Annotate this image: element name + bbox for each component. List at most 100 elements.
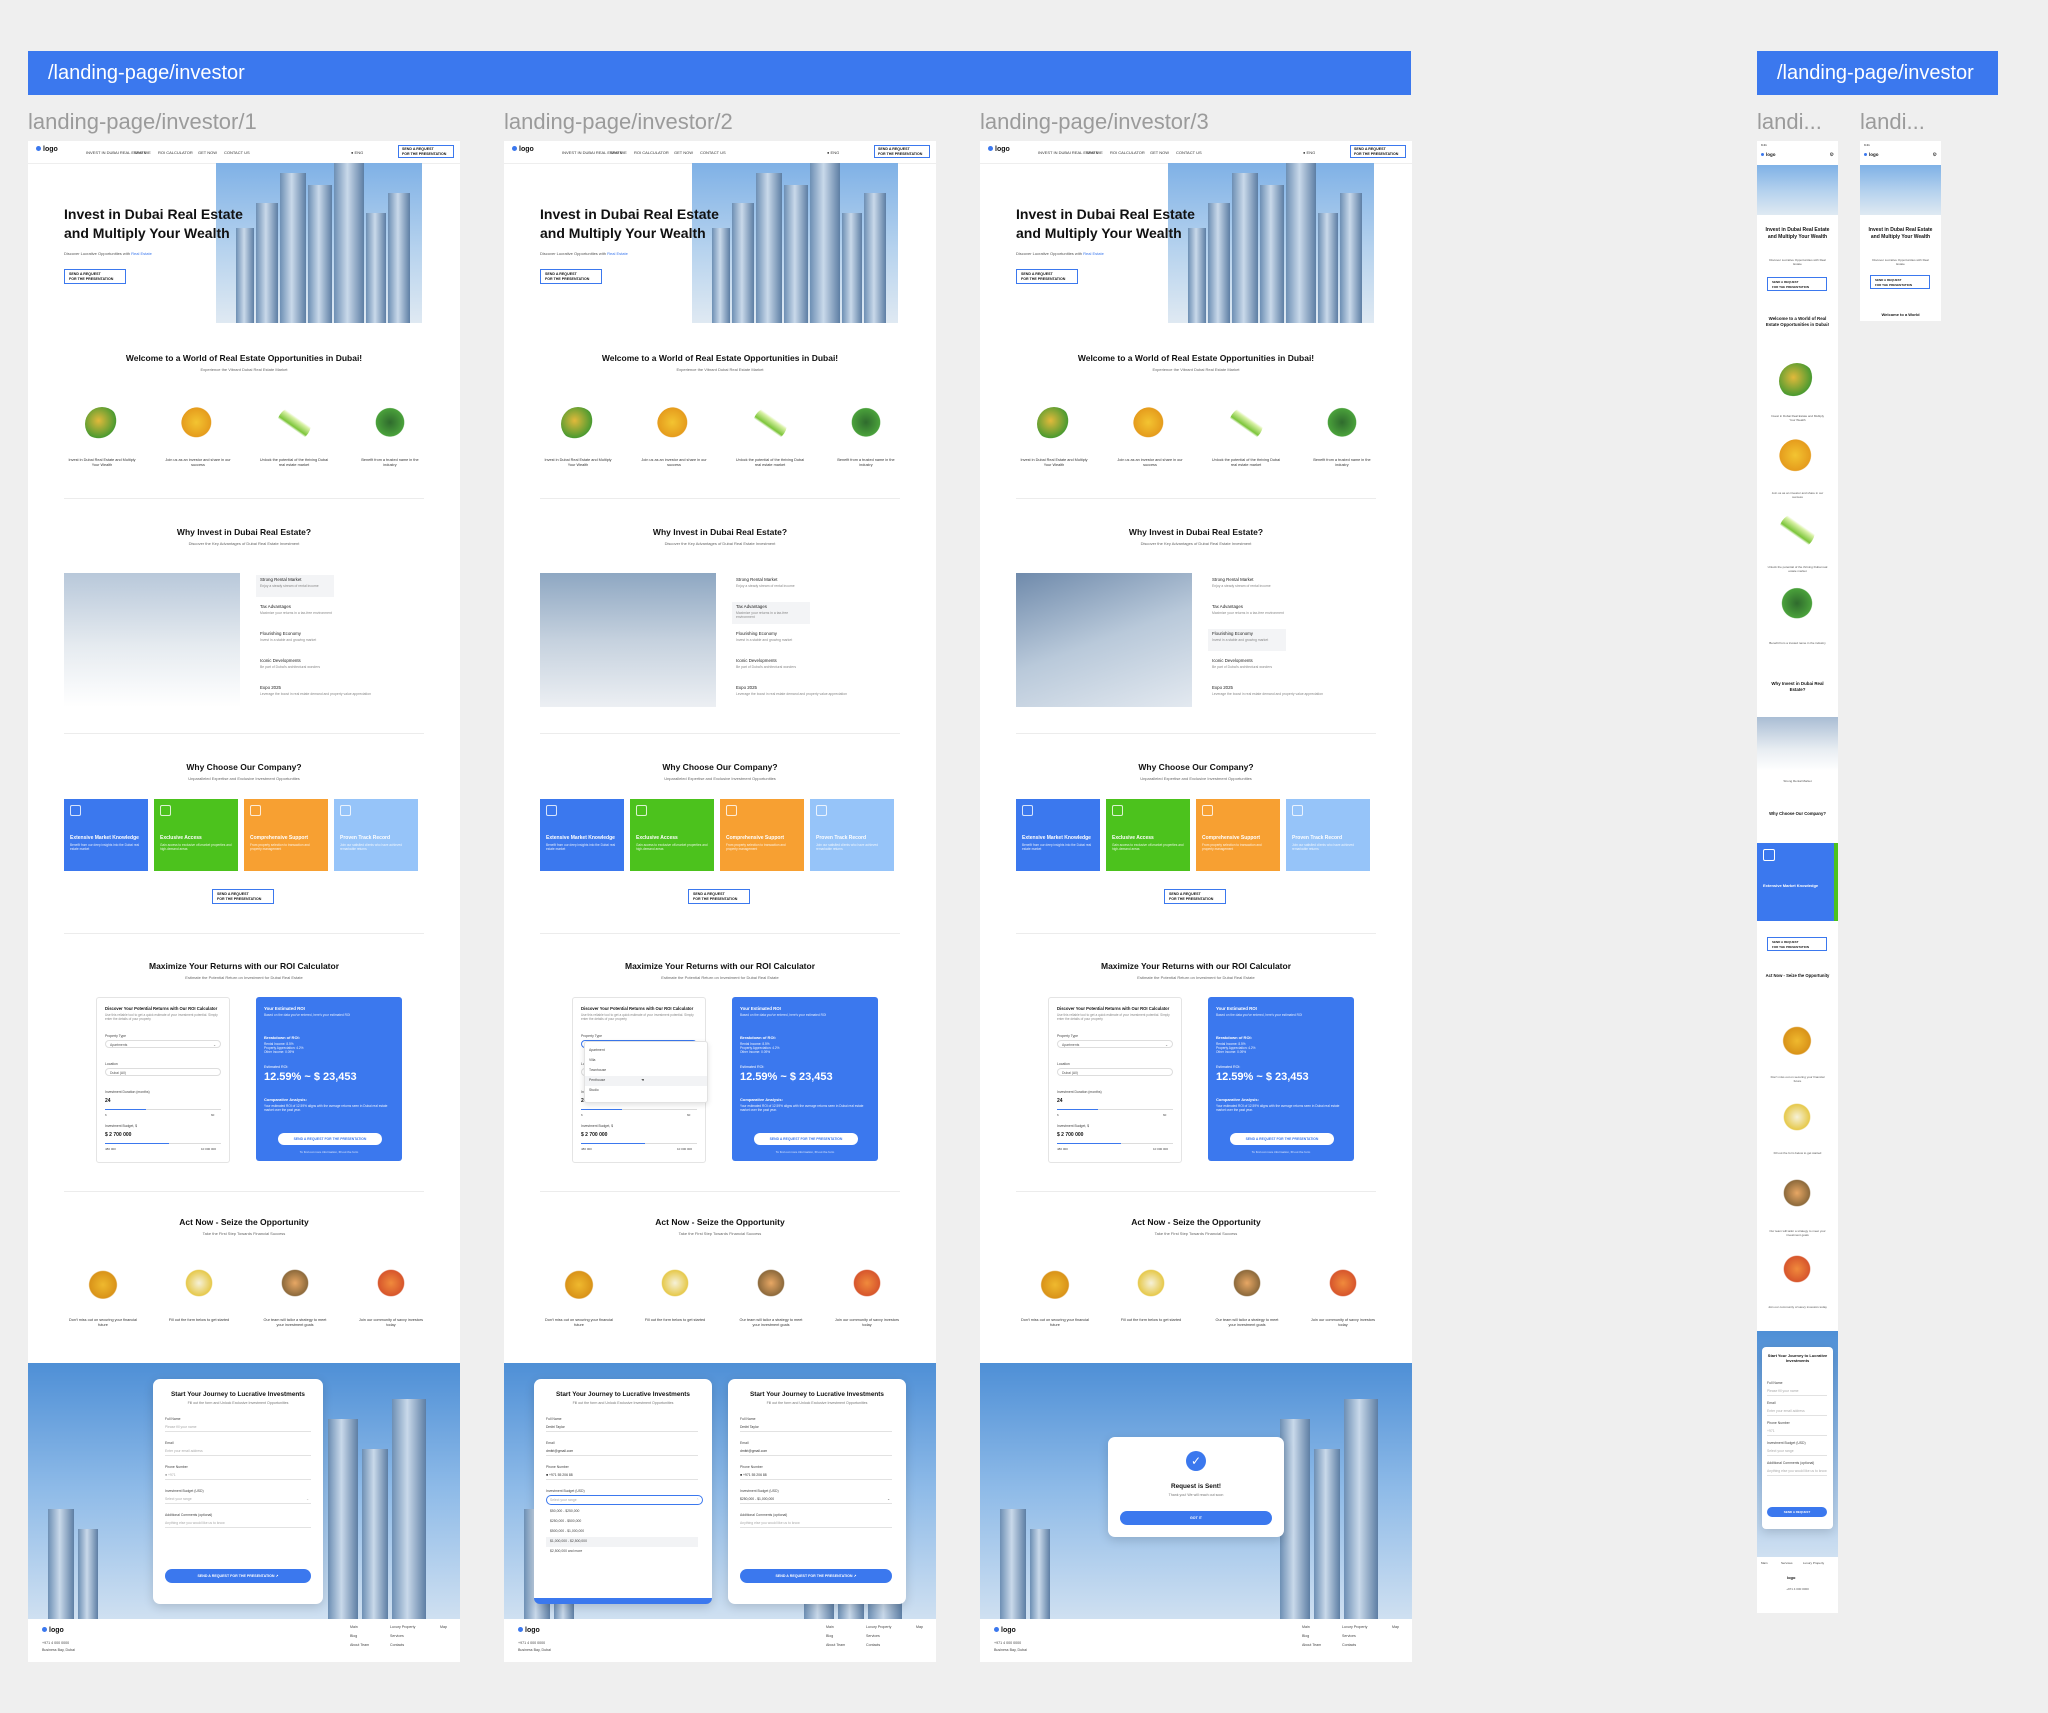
property-option[interactable]: Studio: [585, 1086, 707, 1096]
mobile-footer-logo[interactable]: logo: [1787, 1575, 1795, 1580]
menu-icon[interactable]: ⚙: [1830, 152, 1834, 158]
budget-slider[interactable]: [105, 1143, 221, 1144]
success-ok-button[interactable]: GOT IT: [1120, 1511, 1272, 1525]
advantage-item[interactable]: Tax Advantages Maximize your returns in a…: [256, 602, 426, 624]
footer-link[interactable]: Main: [826, 1625, 834, 1629]
footer-phone[interactable]: +971 4 000 0000: [994, 1641, 1021, 1645]
nav-link-get[interactable]: GET NOW: [674, 150, 693, 155]
footer-link[interactable]: Main: [350, 1625, 358, 1629]
duration-slider[interactable]: [1057, 1109, 1173, 1110]
advantage-item[interactable]: Tax Advantages Maximize your returns in a…: [1208, 602, 1378, 624]
choose-request-button[interactable]: SEND A REQUEST FOR THE PRESENTATION: [212, 889, 274, 904]
choose-request-button[interactable]: SEND A REQUEST FOR THE PRESENTATION: [688, 889, 750, 904]
advantage-item[interactable]: Tax Advantages Maximize your returns in a…: [732, 602, 810, 624]
footer-link[interactable]: Map: [1392, 1625, 1399, 1629]
language-switch[interactable]: ● ENG: [1303, 150, 1315, 155]
advantage-item[interactable]: Iconic Developments Be part of Dubai's ar…: [256, 656, 426, 678]
footer-phone[interactable]: +971 4 000 0000: [42, 1641, 69, 1645]
footer-logo[interactable]: logo: [994, 1627, 1016, 1634]
footer-link[interactable]: Map: [916, 1625, 923, 1629]
footer-logo[interactable]: logo: [518, 1627, 540, 1634]
nav-link-contact[interactable]: CONTACT US: [700, 150, 726, 155]
footer-link[interactable]: Contacts: [390, 1643, 404, 1647]
footer-link[interactable]: Main: [1302, 1625, 1310, 1629]
nav-link-roi[interactable]: ROI CALCULATOR: [1110, 150, 1145, 155]
hero-subtitle-link[interactable]: Real Estate: [607, 251, 628, 256]
hero-request-button[interactable]: SEND A REQUEST FOR THE PRESENTATION: [540, 269, 602, 284]
fullname-input[interactable]: Please fill your name: [1767, 1387, 1827, 1396]
mobile-logo[interactable]: logo: [1864, 152, 1879, 157]
footer-logo[interactable]: logo: [42, 1627, 64, 1634]
footer-link[interactable]: Services: [866, 1634, 880, 1638]
footer-link[interactable]: Services: [390, 1634, 404, 1638]
fullname-input[interactable]: Dmitri Taylor: [546, 1423, 698, 1432]
nav-link-why[interactable]: WHY WE: [1086, 150, 1103, 155]
advantage-item[interactable]: Flourishing Economy Invest in a stable an…: [1208, 629, 1286, 651]
advantage-item[interactable]: Flourishing Economy Invest in a stable an…: [256, 629, 426, 651]
property-type-select[interactable]: Apartments⌄: [105, 1040, 221, 1048]
phone-input[interactable]: ■ +971 55 206 88: [546, 1471, 698, 1480]
advantage-item[interactable]: Strong Rental Market Enjoy a steady strea…: [1208, 575, 1378, 597]
advantage-item[interactable]: Strong Rental Market Enjoy a steady strea…: [256, 575, 334, 597]
budget-slider[interactable]: [1057, 1143, 1173, 1144]
nav-link-get[interactable]: GET NOW: [1150, 150, 1169, 155]
logo[interactable]: logo: [36, 146, 58, 153]
duration-slider[interactable]: [105, 1109, 221, 1110]
budget-option[interactable]: $250,000 - $500,000: [546, 1517, 698, 1527]
roi-request-button[interactable]: SEND A REQUEST FOR THE PRESENTATION: [1230, 1133, 1334, 1145]
phone-input[interactable]: +971: [1767, 1427, 1827, 1436]
footer-link[interactable]: Luxury Property: [866, 1625, 891, 1629]
hero-request-button[interactable]: SEND A REQUEST FOR THE PRESENTATION: [64, 269, 126, 284]
footer-link[interactable]: About Team: [1302, 1643, 1321, 1647]
phone-input[interactable]: ■ +971 55 206 88: [740, 1471, 892, 1480]
footer-link[interactable]: Services: [1342, 1634, 1356, 1638]
advantage-item[interactable]: Expo 2025 Leverage the boost in real esta…: [1208, 683, 1378, 705]
property-option[interactable]: Townhouse: [585, 1066, 707, 1076]
advantage-item[interactable]: Flourishing Economy Invest in a stable an…: [732, 629, 902, 651]
language-switch[interactable]: ● ENG: [827, 150, 839, 155]
fullname-input[interactable]: Please fill your name: [165, 1423, 311, 1432]
property-option[interactable]: Penthouse ☚: [585, 1076, 707, 1086]
nav-link-why[interactable]: WHY WE: [610, 150, 627, 155]
footer-link[interactable]: Luxury Property: [1342, 1625, 1367, 1629]
advantage-item[interactable]: Iconic Developments Be part of Dubai's ar…: [732, 656, 902, 678]
mobile-logo[interactable]: logo: [1761, 152, 1776, 157]
budget-option[interactable]: $1,000,000 - $2,500,000: [546, 1537, 698, 1547]
location-select[interactable]: Dubai (All): [1057, 1068, 1173, 1076]
footer-link[interactable]: Services: [1781, 1561, 1793, 1565]
nav-link-get[interactable]: GET NOW: [198, 150, 217, 155]
property-type-select[interactable]: Apartments⌄: [1057, 1040, 1173, 1048]
choose-request-button[interactable]: SEND A REQUEST FOR THE PRESENTATION: [1164, 889, 1226, 904]
footer-link[interactable]: About Team: [826, 1643, 845, 1647]
nav-link-contact[interactable]: CONTACT US: [224, 150, 250, 155]
logo[interactable]: logo: [988, 146, 1010, 153]
email-input[interactable]: Enter your email address: [165, 1447, 311, 1456]
advantage-item[interactable]: Expo 2025 Leverage the boost in real esta…: [256, 683, 426, 705]
fullname-input[interactable]: Dmitri Taylor: [740, 1423, 892, 1432]
nav-link-roi[interactable]: ROI CALCULATOR: [634, 150, 669, 155]
budget-slider[interactable]: [581, 1143, 697, 1144]
footer-link[interactable]: Blog: [826, 1634, 833, 1638]
language-switch[interactable]: ● ENG: [351, 150, 363, 155]
property-option[interactable]: Villa: [585, 1056, 707, 1066]
footer-link[interactable]: Contacts: [1342, 1643, 1356, 1647]
duration-slider[interactable]: [581, 1109, 697, 1110]
nav-request-button[interactable]: SEND A REQUEST FOR THE PRESENTATION: [1350, 145, 1406, 158]
phone-input[interactable]: ■ +971: [165, 1471, 311, 1480]
budget-select[interactable]: Select your range ⌄: [165, 1495, 311, 1504]
nav-link-roi[interactable]: ROI CALCULATOR: [158, 150, 193, 155]
roi-request-button[interactable]: SEND A REQUEST FOR THE PRESENTATION: [278, 1133, 382, 1145]
mobile-request-button[interactable]: SEND A REQUEST FOR THE PRESENTATION: [1870, 275, 1930, 289]
email-input[interactable]: dmitri@gmail.com: [740, 1447, 892, 1456]
mobile-request-button[interactable]: SEND A REQUEST FOR THE PRESENTATION: [1767, 277, 1827, 291]
property-option[interactable]: Apartment: [585, 1046, 707, 1056]
mobile-footer-phone[interactable]: +971 4 000 0000: [1757, 1587, 1838, 1591]
comments-input[interactable]: Anything else you would like us to know: [1767, 1467, 1827, 1476]
email-input[interactable]: dmitri@gmail.com: [546, 1447, 698, 1456]
nav-link-contact[interactable]: CONTACT US: [1176, 150, 1202, 155]
form-submit-button[interactable]: SEND A REQUEST FOR THE PRESENTATION ↗: [740, 1569, 892, 1583]
mobile-form-submit[interactable]: SEND A REQUEST: [1767, 1507, 1827, 1517]
footer-link[interactable]: Luxury Property: [390, 1625, 415, 1629]
logo[interactable]: logo: [512, 146, 534, 153]
nav-request-button[interactable]: SEND A REQUEST FOR THE PRESENTATION: [398, 145, 454, 158]
